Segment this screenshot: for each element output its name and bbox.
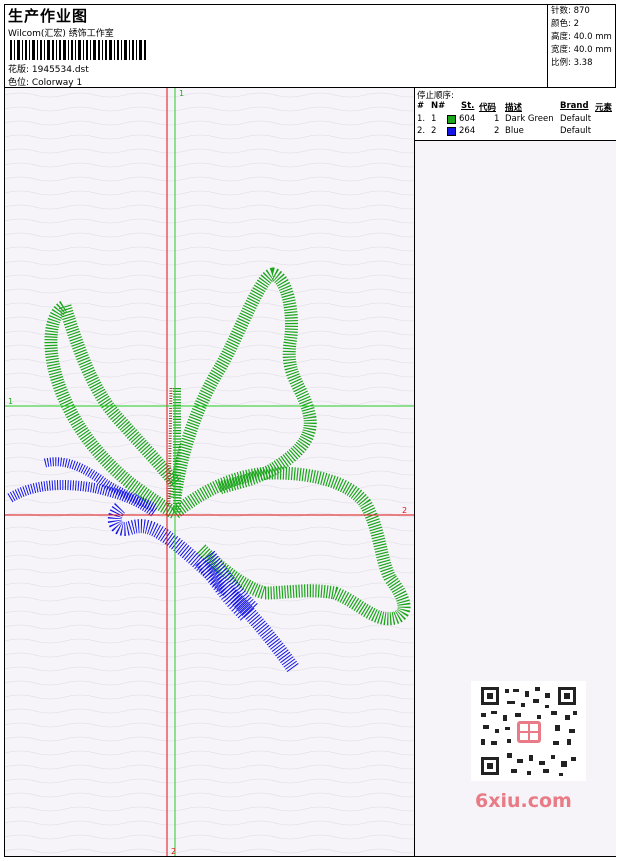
stats-panel: 针数: 870 颜色: 2 高度: 40.0 mm 宽度: 40.0 mm 比例… [547,4,616,88]
color-row[interactable]: 1. 1 604 1 Dark Green Default [417,114,614,126]
barcode [10,40,146,60]
watermark-text: 6xiu.com [475,790,572,812]
col-brand: Brand [560,101,589,111]
design-file: 花版: 1945534.dst [8,65,89,75]
design-width: 宽度: 40.0 mm [551,45,612,55]
color-swatch-blue [447,127,456,136]
col-n: N# [431,101,446,111]
color-row[interactable]: 2. 2 264 2 Blue Default [417,126,614,138]
page-title: 生产作业图 [8,7,89,25]
row-hash: 2. [417,126,426,136]
stop-sequence-title: 停止顺序: [417,91,454,101]
colorway-label: 色位: Colorway 1 [8,78,83,88]
scale-ratio: 比例: 3.38 [551,58,593,68]
guide-label-left: 1 [8,397,13,406]
guide-label-top: 1 [179,89,184,98]
stitch-count: 针数: 870 [551,6,590,16]
row-desc: Dark Green [505,114,554,124]
design-canvas[interactable]: 1 2 1 2 [5,88,414,856]
stop-sequence-columns: # N# St. 代码 描述 Brand 元素 [417,101,614,114]
row-hash: 1. [417,114,426,124]
col-code: 代码 [479,103,497,113]
row-code: 2 [494,126,500,136]
color-swatch-green [447,115,456,124]
guide-label-right: 2 [402,506,407,515]
row-code: 1 [494,114,500,124]
col-desc: 描述 [505,103,523,113]
row-stitches: 604 [459,114,476,124]
embroidery-preview: 1 2 1 2 [5,88,414,856]
row-brand: Default [560,114,592,124]
row-n: 2 [431,126,437,136]
canvas-texture [5,88,414,856]
row-n: 1 [431,114,437,124]
studio-name: Wilcom(汇宏) 绣饰工作室 [8,29,114,39]
col-st: St. [461,101,475,111]
col-hash: # [417,101,425,111]
stop-sequence-header: 停止顺序: # N# St. 代码 描述 Brand 元素 1. 1 604 1… [415,88,616,141]
header-panel: 生产作业图 Wilcom(汇宏) 绣饰工作室 花版: 1945534.dst 色… [4,4,616,88]
row-stitches: 264 [459,126,476,136]
design-height: 高度: 40.0 mm [551,32,612,42]
guide-label-bottom: 2 [171,847,176,856]
col-element: 元素 [595,103,613,113]
row-desc: Blue [505,126,524,136]
row-brand: Default [560,126,592,136]
qr-code [471,681,586,781]
color-count: 颜色: 2 [551,19,579,29]
